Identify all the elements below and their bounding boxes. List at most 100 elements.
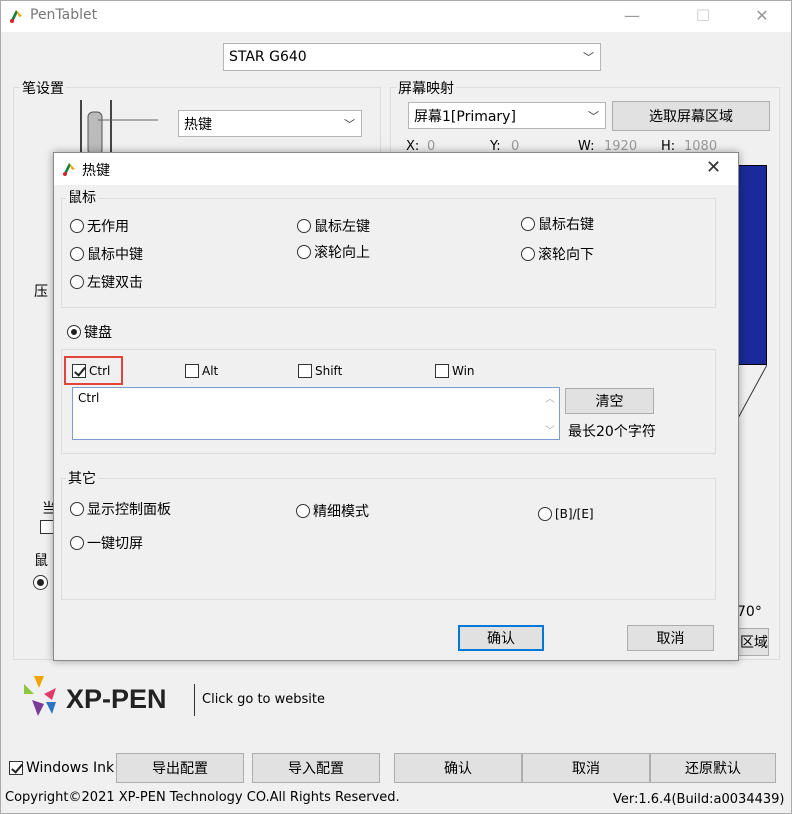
copyright-text: Copyright©2021 XP-PEN Technology CO.All …	[5, 790, 400, 805]
rotation-value: 70°	[737, 604, 762, 620]
cancel-button[interactable]: 取消	[522, 753, 650, 783]
alt-checkbox[interactable]: Alt	[185, 364, 218, 378]
radio-middle-click[interactable]: 鼠标中键	[70, 244, 143, 264]
radio-dot	[70, 219, 84, 233]
radio-left-click[interactable]: 鼠标左键	[297, 216, 370, 236]
max-length-hint: 最长20个字符	[568, 424, 656, 440]
keyboard-label: 键盘	[84, 325, 112, 341]
hotkey-dialog: 热键 ✕ 鼠标 无作用 鼠标左键 鼠标右键 鼠标中键 滚轮向上 滚轮向下 左键双…	[53, 152, 739, 661]
radio-dot	[70, 502, 84, 516]
radio-dot	[296, 504, 310, 518]
radio-dot	[521, 217, 535, 231]
radio-label: 精细模式	[313, 504, 369, 520]
radio-right-click[interactable]: 鼠标右键	[521, 214, 594, 234]
radio-label: 无作用	[87, 219, 129, 235]
radio-label: 显示控制面板	[87, 502, 171, 518]
window-title: PenTablet	[30, 7, 98, 23]
radio-label: 鼠标右键	[538, 217, 594, 233]
radio-double-click[interactable]: 左键双击	[70, 272, 143, 292]
xp-pen-logo[interactable]: XP-PEN	[22, 674, 192, 720]
mouse-mode-label: 鼠	[34, 553, 48, 569]
win-checkbox[interactable]: Win	[435, 364, 475, 378]
dialog-title: 热键	[82, 163, 110, 179]
export-config-button[interactable]: 导出配置	[116, 753, 244, 783]
radio-label: 鼠标左键	[314, 219, 370, 235]
checkbox-box	[298, 364, 312, 378]
windows-ink-label: Windows Ink	[26, 760, 115, 776]
clear-button[interactable]: 清空	[565, 388, 654, 414]
pen-button-function-select[interactable]: 热键 ﹀	[178, 110, 362, 137]
logo-text: XP-PEN	[66, 684, 167, 714]
device-select-value: STAR G640	[229, 49, 307, 65]
ok-button[interactable]: 确认	[394, 753, 522, 783]
radio-scroll-down[interactable]: 滚轮向下	[521, 244, 594, 264]
minimize-button[interactable]: —	[609, 0, 655, 32]
app-icon	[60, 160, 78, 178]
restore-defaults-button[interactable]: 还原默认	[650, 753, 776, 783]
other-group-label: 其它	[66, 468, 98, 488]
version-text: Ver:1.6.4(Build:a0034439)	[613, 792, 785, 807]
radio-dot	[70, 275, 84, 289]
ctrl-checkbox[interactable]: Ctrl	[72, 364, 110, 378]
radio-label: 一键切屏	[87, 536, 143, 552]
device-select[interactable]: STAR G640 ﹀	[223, 43, 601, 71]
check-mark-icon	[72, 364, 86, 378]
win-label: Win	[452, 364, 475, 378]
pen-illustration	[78, 100, 158, 156]
import-config-button[interactable]: 导入配置	[252, 753, 380, 783]
radio-dot	[67, 325, 81, 339]
radio-dot	[297, 219, 311, 233]
screen-select[interactable]: 屏幕1[Primary] ﹀	[408, 102, 606, 129]
radio-show-panel[interactable]: 显示控制面板	[70, 499, 171, 519]
checkbox-box	[185, 364, 199, 378]
hotkey-input[interactable]: Ctrl ︿ ﹀	[72, 387, 560, 440]
radio-dot	[70, 536, 84, 550]
maximize-button[interactable]: ☐	[680, 0, 726, 32]
website-link[interactable]: Click go to website	[202, 692, 325, 707]
scroll-down-icon[interactable]: ﹀	[545, 422, 555, 437]
radio-dot	[70, 247, 84, 261]
close-icon[interactable]: ✕	[706, 157, 721, 178]
shift-checkbox[interactable]: Shift	[298, 364, 342, 378]
other-group	[61, 478, 716, 600]
screen-map-preview[interactable]	[737, 165, 767, 365]
radio-label: [B]/[E]	[555, 507, 594, 521]
radio-label: 滚轮向上	[314, 245, 370, 261]
brand-divider	[194, 684, 195, 716]
radio-label: 左键双击	[87, 275, 143, 291]
pen-button-function-value: 热键	[184, 116, 212, 133]
radio-no-action[interactable]: 无作用	[70, 216, 129, 236]
chevron-down-icon: ﹀	[588, 109, 599, 123]
current-checkbox[interactable]	[40, 520, 54, 534]
pen-mode-radio[interactable]	[33, 575, 48, 590]
radio-dot	[297, 245, 311, 259]
dialog-title-bar	[54, 153, 738, 185]
dialog-ok-button[interactable]: 确认	[458, 625, 544, 651]
checkbox-box	[435, 364, 449, 378]
area-button[interactable]: 区域	[737, 628, 769, 656]
close-window-button[interactable]: ✕	[739, 0, 785, 32]
radio-switch-screen[interactable]: 一键切屏	[70, 533, 143, 553]
select-screen-area-button[interactable]: 选取屏幕区域	[612, 101, 770, 131]
windows-ink-checkbox[interactable]: Windows Ink	[9, 760, 114, 776]
screen-map-diagonal	[736, 364, 768, 421]
radio-dot	[538, 507, 552, 521]
dialog-cancel-button[interactable]: 取消	[627, 625, 714, 651]
radio-label: 滚轮向下	[538, 247, 594, 263]
title-bar	[0, 0, 792, 32]
chevron-down-icon: ﹀	[583, 51, 594, 64]
scroll-up-icon[interactable]: ︿	[545, 390, 555, 405]
shift-label: Shift	[315, 364, 343, 378]
alt-label: Alt	[202, 364, 219, 378]
ctrl-label: Ctrl	[89, 364, 111, 378]
radio-label: 鼠标中键	[87, 247, 143, 263]
radio-scroll-up[interactable]: 滚轮向上	[297, 242, 370, 262]
radio-b-e[interactable]: [B]/[E]	[538, 507, 594, 521]
chevron-down-icon: ﹀	[344, 117, 355, 131]
check-mark-icon	[9, 761, 23, 775]
radio-fine-mode[interactable]: 精细模式	[296, 501, 369, 521]
radio-keyboard[interactable]: 键盘	[67, 322, 112, 342]
pen-settings-label: 笔设置	[20, 78, 66, 98]
radio-dot	[521, 247, 535, 261]
hotkey-input-value: Ctrl	[78, 391, 100, 405]
